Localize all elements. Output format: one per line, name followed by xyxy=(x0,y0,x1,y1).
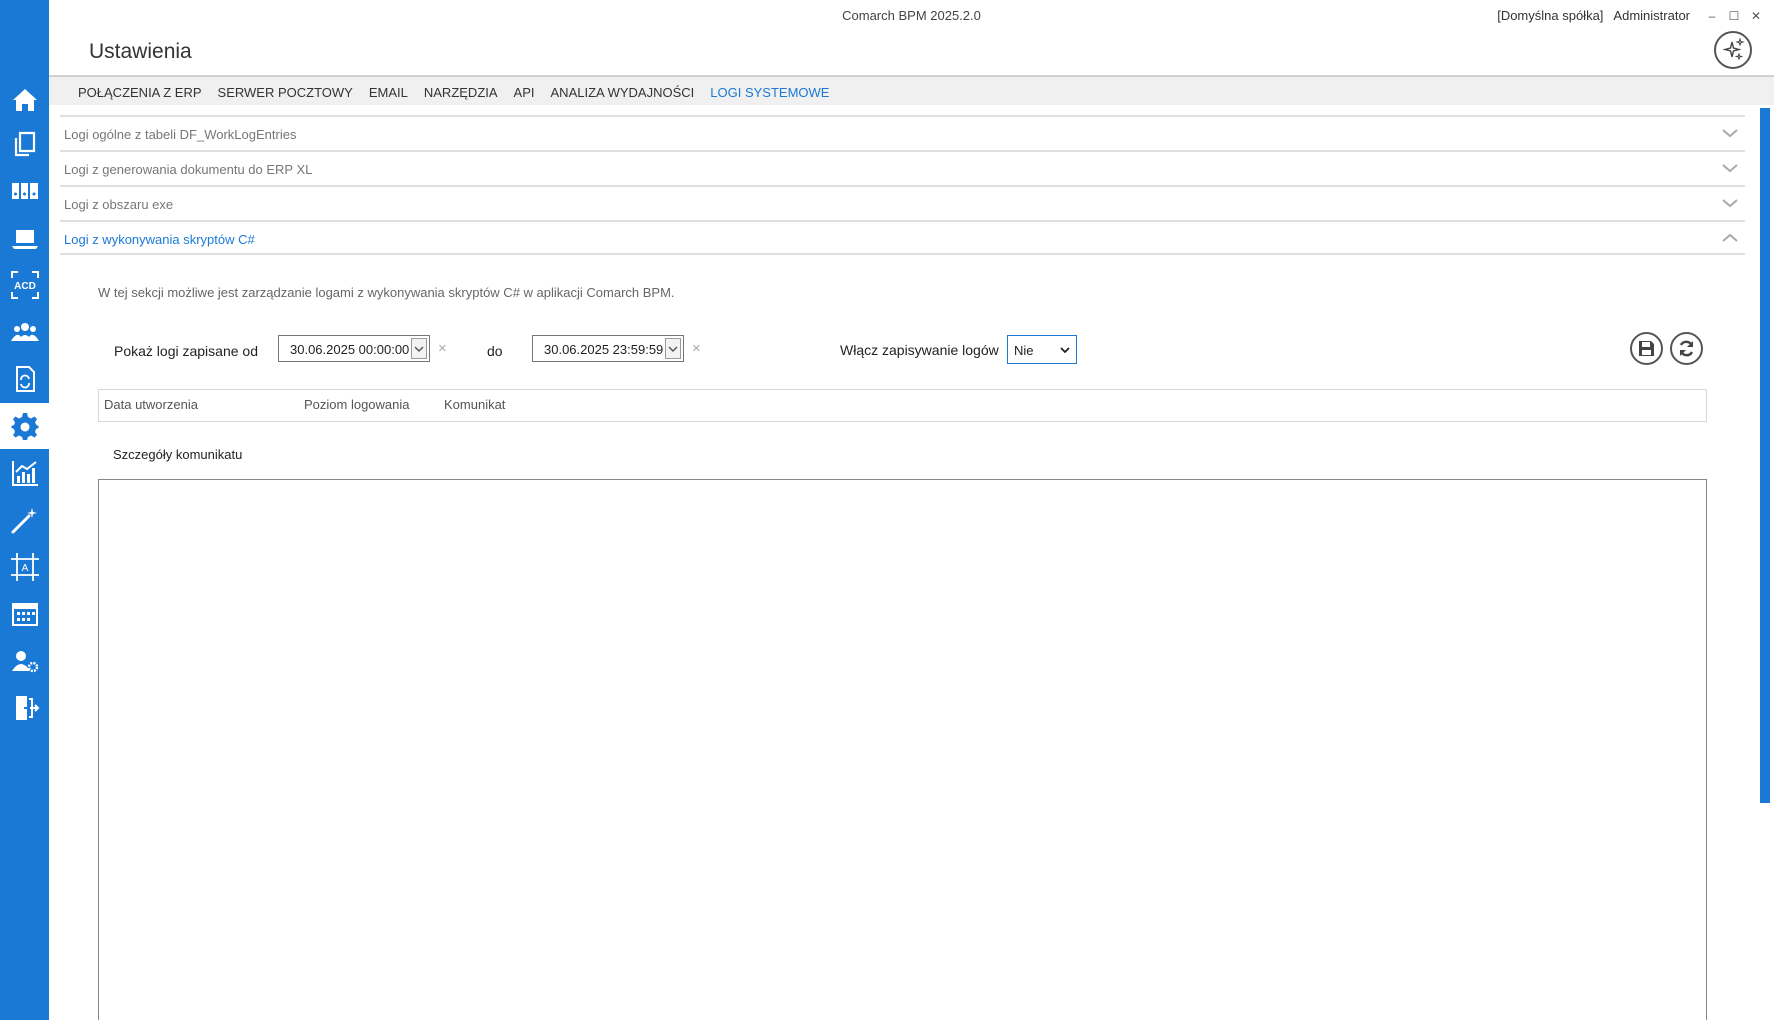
logging-toggle-label: Włącz zapisywanie logów xyxy=(840,342,999,358)
window-controls: [Domyślna spółka] Administrator – ☐ ✕ xyxy=(1497,8,1762,23)
to-date-input[interactable]: 30.06.2025 23:59:59 xyxy=(532,335,684,362)
menu-item-tools[interactable]: NARZĘDZIA xyxy=(424,85,498,100)
chevron-down-icon xyxy=(1060,347,1070,354)
section-exe-logs[interactable]: Logi z obszaru exe xyxy=(60,185,1745,220)
sidebar-item-forms[interactable]: A xyxy=(0,544,49,590)
from-date-input[interactable]: 30.06.2025 00:00:00 xyxy=(278,335,430,362)
to-date-value: 30.06.2025 23:59:59 xyxy=(544,342,664,357)
column-header-level[interactable]: Poziom logowania xyxy=(304,397,410,412)
sidebar-item-home[interactable] xyxy=(0,77,49,123)
company-selector[interactable]: [Domyślna spółka] xyxy=(1497,8,1603,23)
from-date-label: Pokaż logi zapisane od xyxy=(114,343,258,359)
sidebar-item-users[interactable] xyxy=(0,309,49,355)
menu-item-performance[interactable]: ANALIZA WYDAJNOŚCI xyxy=(551,85,695,100)
logs-grid-header: Data utworzenia Poziom logowania Komunik… xyxy=(98,389,1707,422)
sidebar-item-laptop[interactable] xyxy=(0,215,49,261)
analytics-icon xyxy=(11,461,38,486)
section-csharp-logs[interactable]: Logi z wykonywania skryptów C# xyxy=(60,220,1745,255)
minimize-button[interactable]: – xyxy=(1706,9,1718,23)
user-settings-icon xyxy=(11,651,38,673)
binders-icon xyxy=(11,183,38,199)
sidebar-item-calendar[interactable] xyxy=(0,591,49,637)
document-sync-icon xyxy=(15,366,35,392)
save-button[interactable] xyxy=(1630,332,1663,365)
sidebar-item-settings[interactable] xyxy=(0,403,49,449)
sidebar-item-analytics[interactable] xyxy=(0,450,49,496)
home-icon xyxy=(12,89,37,111)
chevron-up-icon xyxy=(1722,233,1738,242)
frame-text-letter: A xyxy=(21,563,28,574)
clear-from-date-button[interactable]: × xyxy=(438,340,447,357)
to-date-label: do xyxy=(487,343,503,359)
menu-item-api[interactable]: API xyxy=(514,85,535,100)
menu-item-mail-server[interactable]: SERWER POCZTOWY xyxy=(218,85,353,100)
logging-select-value: Nie xyxy=(1014,343,1034,358)
from-date-value: 30.06.2025 00:00:00 xyxy=(290,342,410,357)
section-description: W tej sekcji możliwe jest zarządzanie lo… xyxy=(98,285,675,300)
maximize-button[interactable]: ☐ xyxy=(1728,9,1740,23)
section-erp-xl-logs[interactable]: Logi z generowania dokumentu do ERP XL xyxy=(60,150,1745,185)
frame-text-icon: A xyxy=(10,553,39,581)
calendar-icon xyxy=(11,603,38,626)
details-label: Szczegóły komunikatu xyxy=(113,447,243,462)
user-name[interactable]: Administrator xyxy=(1613,8,1690,23)
vertical-scrollbar[interactable] xyxy=(1760,108,1770,803)
title-bar: Comarch BPM 2025.2.0 [Domyślna spółka] A… xyxy=(49,0,1774,30)
users-icon xyxy=(10,323,39,341)
sidebar-item-wizard[interactable] xyxy=(0,497,49,543)
to-date-dropdown[interactable] xyxy=(665,338,681,359)
from-date-dropdown[interactable] xyxy=(411,338,427,359)
section-label: Logi z generowania dokumentu do ERP XL xyxy=(64,162,313,177)
column-header-created[interactable]: Data utworzenia xyxy=(104,397,198,412)
chevron-down-icon xyxy=(1722,129,1738,138)
magic-wand-icon xyxy=(11,508,37,534)
menu-item-system-logs[interactable]: LOGI SYSTEMOWE xyxy=(710,85,829,100)
logout-icon xyxy=(15,696,39,720)
section-label: Logi z obszaru exe xyxy=(64,197,174,212)
clear-to-date-button[interactable]: × xyxy=(692,340,701,357)
sidebar-item-document-sync[interactable] xyxy=(0,356,49,402)
sidebar: ACD A xyxy=(0,0,49,1020)
refresh-icon xyxy=(1679,340,1694,357)
page-title: Ustawienia xyxy=(89,40,192,63)
acd-icon: ACD xyxy=(10,271,39,299)
chevron-down-icon xyxy=(1722,164,1738,173)
refresh-button[interactable] xyxy=(1670,332,1703,365)
chevron-down-icon xyxy=(414,345,424,352)
floppy-disk-icon xyxy=(1639,341,1654,356)
sidebar-item-user-settings[interactable] xyxy=(0,638,49,684)
sidebar-item-documents[interactable] xyxy=(0,121,49,167)
sparkles-icon xyxy=(1722,37,1745,61)
section-label: Logi z wykonywania skryptów C# xyxy=(64,232,255,247)
sidebar-item-binders[interactable] xyxy=(0,168,49,214)
column-header-message[interactable]: Komunikat xyxy=(444,397,505,412)
acd-text: ACD xyxy=(14,281,36,292)
ai-assistant-button[interactable] xyxy=(1714,31,1752,69)
log-sections: Logi ogólne z tabeli DF_WorkLogEntries L… xyxy=(60,115,1745,255)
menu-bar: POŁĄCZENIA Z ERP SERWER POCZTOWY EMAIL N… xyxy=(49,75,1774,105)
section-label: Logi ogólne z tabeli DF_WorkLogEntries xyxy=(64,127,297,142)
menu-item-email[interactable]: EMAIL xyxy=(369,85,408,100)
chevron-down-icon xyxy=(1722,199,1738,208)
section-general-logs[interactable]: Logi ogólne z tabeli DF_WorkLogEntries xyxy=(60,115,1745,150)
menu-item-erp[interactable]: POŁĄCZENIA Z ERP xyxy=(78,85,202,100)
documents-icon xyxy=(14,131,35,157)
close-button[interactable]: ✕ xyxy=(1750,9,1762,23)
laptop-icon xyxy=(11,230,38,249)
sidebar-item-acd[interactable]: ACD xyxy=(0,262,49,308)
chevron-down-icon xyxy=(668,345,678,352)
message-details-textarea[interactable] xyxy=(98,479,1707,1020)
sidebar-item-logout[interactable] xyxy=(0,685,49,731)
gear-icon xyxy=(11,413,38,440)
logging-select[interactable]: Nie xyxy=(1007,335,1077,364)
